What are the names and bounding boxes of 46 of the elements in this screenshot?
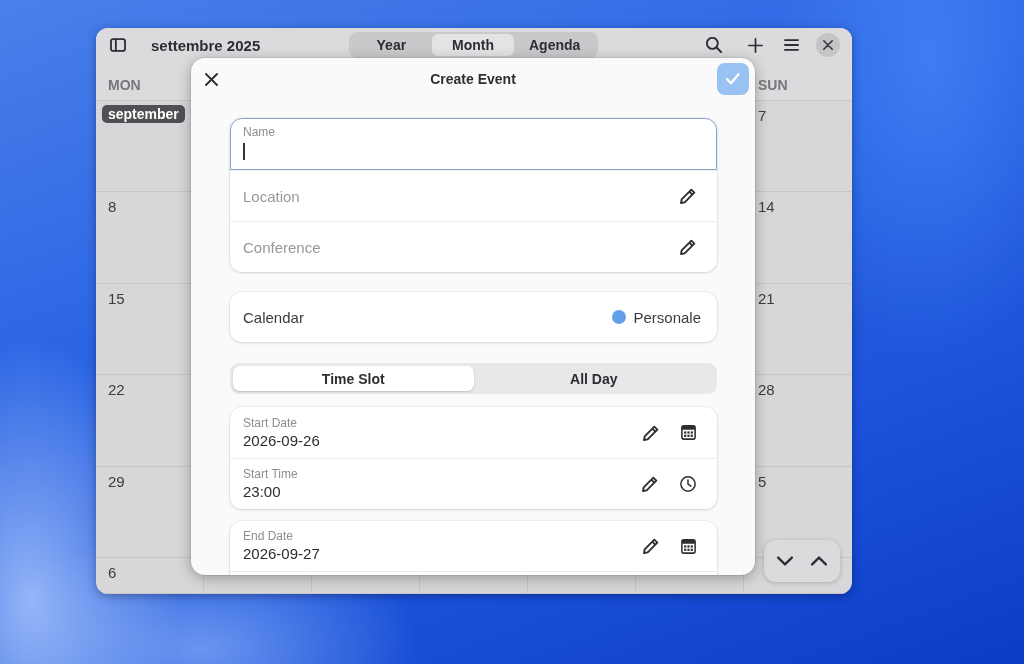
field-value: 23:00 (243, 482, 282, 501)
day-number: 6 (108, 564, 117, 581)
clock-icon[interactable] (680, 476, 696, 492)
field-label: Calendar (243, 308, 304, 326)
segment-button[interactable]: Time Slot (233, 366, 474, 391)
weekday-label: SUN (758, 77, 788, 93)
month-label: september (102, 105, 185, 123)
view-tab[interactable]: Year (350, 34, 433, 56)
view-tab[interactable]: Agenda (513, 34, 596, 56)
pencil-icon (643, 538, 659, 554)
menu-icon (783, 39, 799, 51)
close-icon (204, 72, 218, 86)
day-number: 15 (108, 289, 125, 307)
search-icon (706, 37, 722, 53)
sidebar-icon (110, 38, 126, 52)
pencil-icon (680, 239, 696, 255)
day-number: 21 (758, 289, 775, 307)
close-button[interactable] (816, 33, 840, 57)
calendar-dropdown[interactable]: Personale (612, 308, 701, 326)
plus-icon (747, 37, 763, 53)
pencil-icon (643, 424, 659, 441)
field-label: Start Date (243, 415, 299, 431)
weekday-label: MON (108, 77, 141, 93)
field-value: 2026-09-26 (243, 430, 321, 450)
day-number: 14 (758, 198, 775, 216)
day-number: 5 (758, 472, 767, 490)
pencil-icon (680, 188, 696, 204)
close-icon (823, 40, 833, 50)
view-tab[interactable]: Month (432, 34, 514, 56)
field-value: 2026-09-27 (243, 544, 321, 563)
calendar-icon[interactable] (681, 425, 696, 440)
dialog-title: Create Event (430, 71, 516, 87)
day-number: 22 (108, 381, 125, 399)
chevron-down-icon (777, 556, 793, 566)
field-label: Start Time (243, 467, 299, 482)
pencil-icon (642, 476, 658, 492)
day-number: 7 (758, 107, 767, 124)
day-number: 28 (758, 381, 775, 399)
day-number: 8 (108, 198, 117, 216)
window-title: settembre 2025 (151, 36, 261, 54)
chevron-up-icon (811, 556, 827, 566)
segment-button[interactable]: All Day (473, 366, 714, 391)
calendar-icon[interactable] (681, 538, 696, 554)
field-label: End Date (243, 529, 295, 544)
check-icon (726, 73, 740, 85)
day-number: 29 (108, 472, 125, 490)
